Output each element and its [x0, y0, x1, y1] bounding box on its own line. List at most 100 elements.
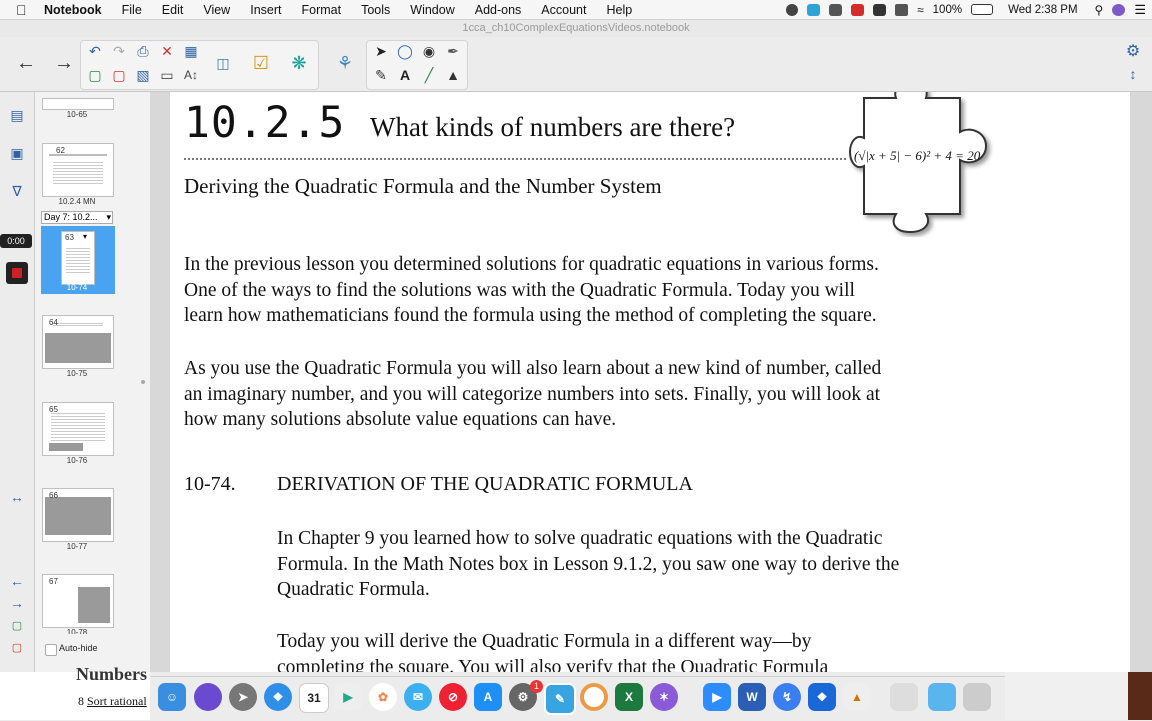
apple-menu-icon[interactable]: : [16, 2, 30, 18]
resize-sidebar-icon[interactable]: ↔: [8, 488, 26, 506]
maps-icon[interactable]: ▶: [334, 683, 362, 711]
menu-edit[interactable]: Edit: [162, 3, 184, 17]
shape-tool-icon[interactable]: ◯: [396, 42, 414, 60]
excel-icon[interactable]: X: [615, 683, 643, 711]
menu-help[interactable]: Help: [606, 3, 632, 17]
page-sorter-panel: 10-65 62 10.2.4 MN Day 7: 10.2... ▾ 63 ▾ …: [35, 92, 151, 672]
paste-icon[interactable]: ⎙: [134, 42, 152, 60]
add-page-icon[interactable]: ▢: [8, 616, 26, 634]
notification-center-icon[interactable]: ☰: [1134, 2, 1146, 18]
move-page-right-icon[interactable]: →: [8, 594, 26, 612]
text-line: As you use the Quadratic Formula you wil…: [184, 358, 882, 379]
text-line: an imaginary number, and you will catego…: [184, 383, 881, 405]
skype-icon[interactable]: [807, 3, 821, 16]
screen-record-icon[interactable]: [873, 3, 887, 16]
background-link[interactable]: Sort rational: [87, 694, 147, 709]
notebook-page[interactable]: 10.2.5 What kinds of numbers are there? …: [170, 92, 1130, 672]
screen-shade-icon[interactable]: ▭: [158, 66, 176, 84]
battery-icon[interactable]: [971, 4, 994, 15]
page-thumbnail[interactable]: [42, 143, 114, 197]
table-icon[interactable]: ▦: [182, 42, 200, 60]
siri-icon[interactable]: [194, 683, 222, 711]
page-thumbnail-label: 10-75: [66, 369, 88, 378]
spotlight-search-icon[interactable]: ⚲: [1095, 3, 1104, 17]
dropbox-icon[interactable]: ❖: [808, 683, 836, 711]
menu-file[interactable]: File: [122, 3, 142, 17]
text-spacing-icon[interactable]: A↕: [182, 66, 200, 84]
undo-icon[interactable]: ↶: [86, 42, 104, 60]
calendar-day: 31: [307, 691, 321, 705]
delete-page-icon[interactable]: ▢: [110, 66, 128, 84]
background-document: Numbers 8 Sort rational: [0, 664, 150, 720]
line-tool-icon[interactable]: ╱: [420, 66, 438, 84]
eraser-icon[interactable]: ▲: [444, 66, 462, 84]
file-icon[interactable]: [890, 683, 918, 711]
chevron-down-icon[interactable]: ▾: [83, 232, 87, 241]
news-icon[interactable]: ⊘: [439, 683, 467, 711]
wifi-icon[interactable]: ≈: [917, 3, 924, 17]
display-icon[interactable]: [895, 3, 909, 16]
lesson-title: What kinds of numbers are there?: [370, 112, 736, 142]
next-page-arrow-icon[interactable]: →: [52, 52, 76, 74]
record-button[interactable]: [6, 262, 28, 284]
menu-window[interactable]: Window: [410, 3, 454, 17]
zoom-icon[interactable]: ▶: [703, 683, 731, 711]
redo-icon[interactable]: ↷: [110, 42, 128, 60]
group-dropdown[interactable]: Day 7: 10.2... ▾: [41, 211, 113, 224]
menu-account[interactable]: Account: [541, 3, 586, 17]
page-sorter-tab-icon[interactable]: ▤: [8, 106, 26, 124]
app-store-icon[interactable]: A: [474, 683, 502, 711]
title-divider: [184, 158, 846, 160]
save-icon[interactable]: ▧: [134, 66, 152, 84]
calendar-icon[interactable]: 31: [299, 683, 329, 713]
toolbar-move-icon[interactable]: ↕: [1124, 65, 1142, 83]
auto-hide-checkbox[interactable]: [45, 644, 57, 656]
puzzle-equation: (√|x + 5| − 6)² + 4 = 20: [854, 148, 981, 163]
page-number: 64: [49, 318, 58, 327]
menu-addons[interactable]: Add-ons: [475, 3, 522, 17]
red-app-icon[interactable]: [851, 3, 865, 16]
add-ons-icon[interactable]: ❋: [288, 52, 310, 74]
select-arrow-icon[interactable]: ➤: [372, 42, 390, 60]
word-icon[interactable]: W: [738, 683, 766, 711]
fill-tool-icon[interactable]: ◉: [420, 42, 438, 60]
app-icon[interactable]: ▲: [843, 683, 871, 711]
photos-icon[interactable]: ✿: [369, 683, 397, 711]
response-check-icon[interactable]: ☑: [250, 52, 272, 74]
page-thumbnail[interactable]: [42, 98, 114, 110]
display-screen-icon[interactable]: ◫: [212, 52, 234, 74]
safari-icon[interactable]: ❖: [264, 683, 292, 711]
smart-notebook-icon[interactable]: ✎: [544, 683, 576, 715]
pen-tool-icon[interactable]: ✎: [372, 66, 390, 84]
messenger-icon[interactable]: ↯: [773, 683, 801, 711]
menu-tools[interactable]: Tools: [361, 3, 390, 17]
text-tool-icon[interactable]: A: [396, 66, 414, 84]
splitter-handle[interactable]: [141, 380, 145, 384]
messages-icon[interactable]: ✉: [404, 683, 432, 711]
delete-icon[interactable]: ✕: [158, 42, 176, 60]
menu-app-notebook[interactable]: Notebook: [44, 3, 102, 17]
settings-gear-icon[interactable]: ⚙: [1124, 42, 1142, 60]
siri-icon[interactable]: [1112, 3, 1126, 16]
attachments-tab-icon[interactable]: ∇: [8, 182, 26, 200]
menu-insert[interactable]: Insert: [250, 3, 281, 17]
magic-pen-icon[interactable]: ✒: [444, 42, 462, 60]
add-page-icon[interactable]: ▢: [86, 66, 104, 84]
gallery-tab-icon[interactable]: ▣: [8, 144, 26, 162]
trash-icon[interactable]: [963, 683, 991, 711]
folder-icon[interactable]: [928, 683, 956, 711]
menu-view[interactable]: View: [203, 3, 230, 17]
settings-gear-icon[interactable]: [786, 3, 799, 16]
lesson-activity-icon[interactable]: ⚘: [332, 52, 358, 74]
menu-format[interactable]: Format: [301, 3, 341, 17]
delete-page-icon[interactable]: ▢: [8, 638, 26, 656]
move-page-left-icon[interactable]: ←: [8, 572, 26, 590]
launchpad-icon[interactable]: ➤: [229, 683, 257, 711]
finder-icon[interactable]: ☺: [158, 683, 186, 711]
chrome-icon[interactable]: [580, 683, 608, 711]
previous-page-arrow-icon[interactable]: ←: [14, 52, 38, 74]
app-icon[interactable]: ✶: [650, 683, 678, 711]
clock[interactable]: Wed 2:38 PM: [1008, 4, 1077, 16]
grid-app-icon[interactable]: [829, 3, 843, 16]
window-titlebar: 1cca_ch10ComplexEquationsVideos.notebook: [0, 20, 1152, 37]
